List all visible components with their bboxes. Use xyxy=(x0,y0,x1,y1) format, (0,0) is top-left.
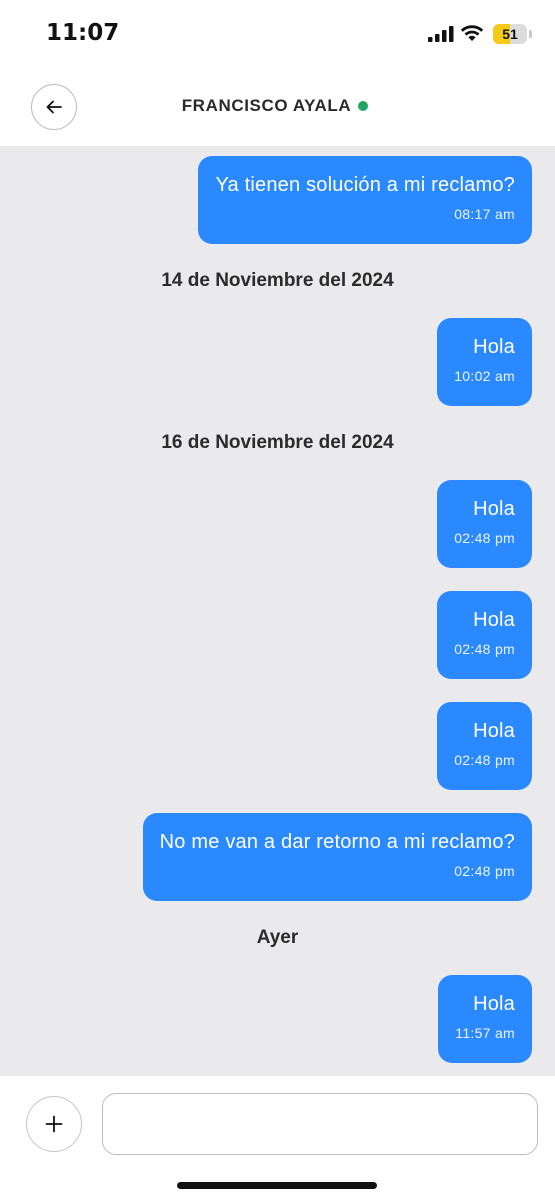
signal-icon xyxy=(428,26,454,42)
message-text: Hola xyxy=(473,720,515,742)
message-bubble[interactable]: Hola 02:48 pm xyxy=(437,702,532,790)
date-separator: Ayer xyxy=(256,927,299,948)
message-time: 02:48 pm xyxy=(454,752,515,768)
add-attachment-button[interactable] xyxy=(26,1096,82,1152)
status-time: 11:07 xyxy=(46,20,120,46)
wifi-icon xyxy=(460,25,484,41)
message-row: Hola 02:48 pm xyxy=(437,702,532,790)
battery-tip xyxy=(529,30,532,38)
contact-info: FRANCISCO AYALA xyxy=(0,70,550,142)
chat-header: FRANCISCO AYALA xyxy=(0,70,555,146)
plus-icon xyxy=(45,1115,63,1133)
message-time: 10:02 am xyxy=(454,368,515,384)
message-row: Hola 02:48 pm xyxy=(437,480,532,568)
message-time: 02:48 pm xyxy=(454,530,515,546)
message-text: Ya tienen solución a mi reclamo? xyxy=(215,174,515,196)
message-text: Hola xyxy=(473,498,515,520)
date-separator: 16 de Noviembre del 2024 xyxy=(161,432,394,453)
message-text: Hola xyxy=(473,993,515,1015)
message-bubble[interactable]: Ya tienen solución a mi reclamo? 08:17 a… xyxy=(198,156,532,244)
message-bubble[interactable]: Hola 10:02 am xyxy=(437,318,532,406)
battery-icon: 51 xyxy=(493,24,527,44)
battery-percentage: 51 xyxy=(502,26,518,42)
message-text: Hola xyxy=(473,336,515,358)
chat-screen: 11:07 51 FRANCISCO AYALA Ya tienen soluc… xyxy=(0,0,555,1200)
message-composer xyxy=(0,1076,555,1200)
online-status-indicator xyxy=(358,101,369,111)
messages-area[interactable]: Ya tienen solución a mi reclamo? 08:17 a… xyxy=(0,146,555,1076)
message-bubble[interactable]: Hola 02:48 pm xyxy=(437,591,532,679)
status-bar: 11:07 51 xyxy=(0,0,555,70)
message-input[interactable] xyxy=(102,1093,538,1155)
contact-name: FRANCISCO AYALA xyxy=(181,96,352,115)
message-time: 11:57 am xyxy=(455,1025,515,1041)
message-text: No me van a dar retorno a mi reclamo? xyxy=(159,831,515,853)
message-time: 02:48 pm xyxy=(454,863,515,879)
message-row: Hola 02:48 pm xyxy=(437,591,532,679)
date-separator: 14 de Noviembre del 2024 xyxy=(161,270,394,291)
message-time: 08:17 am xyxy=(454,206,515,222)
message-row: Hola 11:57 am xyxy=(438,975,532,1063)
message-text: Hola xyxy=(473,609,515,631)
home-indicator xyxy=(177,1182,377,1189)
arrow-left-icon xyxy=(46,100,62,114)
message-row: Ya tienen solución a mi reclamo? 08:17 a… xyxy=(198,156,532,244)
message-row: No me van a dar retorno a mi reclamo? 02… xyxy=(142,813,532,901)
back-button[interactable] xyxy=(31,84,77,130)
message-time: 02:48 pm xyxy=(454,641,515,657)
message-bubble[interactable]: No me van a dar retorno a mi reclamo? 02… xyxy=(142,813,532,901)
message-bubble[interactable]: Hola 11:57 am xyxy=(438,975,532,1063)
message-row: Hola 10:02 am xyxy=(437,318,532,406)
message-bubble[interactable]: Hola 02:48 pm xyxy=(437,480,532,568)
